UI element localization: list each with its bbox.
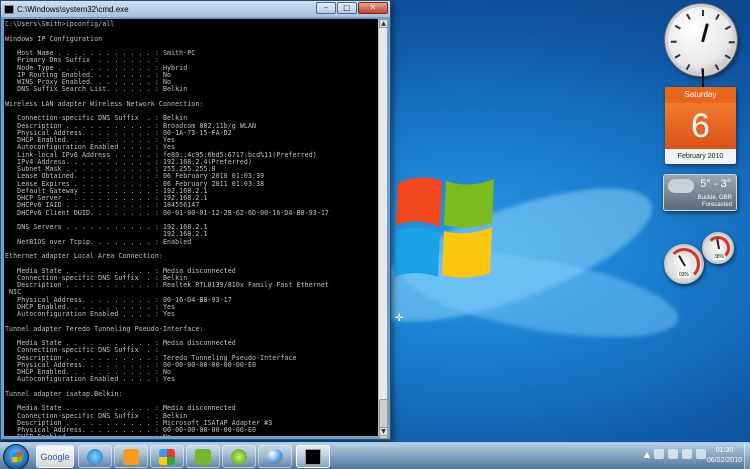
taskbar-time: 01:30 (715, 447, 734, 454)
console-line: Description . . . . . . . . . . . : Real… (5, 281, 329, 289)
cmd-window[interactable]: C:\Windows\system32\cmd.exe – □ ✕ C:\Use… (0, 0, 391, 440)
clock-tick (702, 10, 704, 16)
weather-temperature: 5° - 3° (700, 178, 731, 190)
taskbar-google-button[interactable]: Google (36, 445, 74, 468)
clock-tick (670, 41, 677, 43)
logo-yellow-pane (442, 227, 492, 278)
taskbar-green-app-button[interactable] (222, 445, 256, 468)
calendar-gadget[interactable]: Saturday 6 February 2010 (665, 87, 736, 164)
start-button[interactable] (3, 444, 29, 469)
logo-red-pane (396, 177, 442, 227)
logo-blue-pane (394, 227, 440, 277)
console-output-text: C:\Users\Smith>ipconfig/all Windows IP C… (4, 19, 378, 436)
flag-notification-icon[interactable] (654, 449, 664, 459)
console-line: DHCP Enabled. . . . . . . . . . . : No (5, 433, 377, 436)
gadgets-icon (159, 448, 175, 465)
tray-expand-arrow-icon[interactable]: ▲ (644, 450, 650, 459)
desktop: C:\Windows\system32\cmd.exe – □ ✕ C:\Use… (0, 0, 750, 442)
cpu-meter-gadget[interactable]: 03% 38% (662, 230, 738, 285)
calendar-date: 6 (665, 103, 736, 149)
console-line: DHCPv6 Client DUID. . . . . . . . : 00-0… (5, 208, 329, 217)
clock-tick (686, 13, 691, 20)
clock-tick (674, 54, 681, 59)
taskbar-date: 06/02/2010 (706, 457, 742, 464)
battery-icon[interactable] (682, 449, 692, 459)
system-tray: ▲ (644, 449, 706, 459)
console-output-area[interactable]: C:\Users\Smith>ipconfig/all Windows IP C… (4, 19, 378, 436)
console-line: C:\Users\Smith>ipconfig/all (5, 20, 115, 28)
minimize-button[interactable]: – (316, 2, 336, 14)
command-prompt-icon (305, 448, 321, 465)
clock-tick (715, 64, 720, 71)
console-line: Autoconfiguration Enabled . . . . : Yes (5, 310, 176, 318)
ram-percent: 38% (713, 254, 726, 260)
calendar-day: Saturday (665, 87, 736, 103)
green-app-icon (231, 448, 247, 465)
console-line: DNS Suffix Search List. . . . . . : Belk… (5, 85, 188, 94)
taskbar: Google ▲ 01:30 06/02/2010 (0, 442, 750, 469)
cmd-app-icon[interactable] (4, 4, 14, 14)
console-line: Tunnel adapter Teredo Tunneling Pseudo-I… (5, 324, 204, 333)
taskbar-gadgets-button[interactable] (150, 445, 184, 468)
calendar-month: February 2010 (677, 153, 724, 160)
taskbar-paint-button[interactable] (258, 445, 292, 468)
cloud-icon (668, 179, 694, 193)
taskbar-utorrent-button[interactable] (186, 445, 220, 468)
clock-tick (724, 25, 731, 30)
clock-tick (686, 64, 691, 71)
utorrent-icon (195, 448, 211, 465)
paint-icon (267, 448, 283, 465)
clock-tick (715, 13, 720, 20)
network-icon[interactable] (668, 449, 678, 459)
clock-tick (728, 41, 735, 43)
media-player-icon (123, 448, 139, 465)
console-line: Ethernet adapter Local Area Connection: (5, 252, 163, 260)
windows-logo-wallpaper (394, 177, 494, 278)
cpu-gauge: 03% (664, 244, 704, 284)
internet-explorer-icon (87, 448, 103, 465)
weather-location: Buckie, GBR (697, 195, 732, 201)
console-line: Autoconfiguration Enabled . . . . : Yes (5, 375, 176, 384)
taskbar-ie-button[interactable] (78, 445, 112, 468)
clock-hour-hand (701, 23, 709, 43)
maximize-button[interactable]: □ (337, 2, 357, 14)
volume-icon[interactable] (696, 449, 706, 459)
scroll-down-arrow-icon[interactable]: ▼ (379, 427, 388, 436)
cmd-titlebar[interactable]: C:\Windows\system32\cmd.exe – □ ✕ (1, 1, 390, 17)
window-title: C:\Windows\system32\cmd.exe (17, 4, 129, 14)
taskbar-cmd-button[interactable] (296, 445, 330, 468)
google-label: Google (40, 451, 70, 462)
taskbar-clock[interactable]: 01:30 06/02/2010 (707, 446, 742, 466)
weather-status: Forecasted (701, 202, 732, 208)
show-desktop-button[interactable] (744, 443, 750, 469)
mouse-cursor-icon: ✛ (395, 313, 404, 324)
taskbar-media-player-button[interactable] (114, 445, 148, 468)
console-line: NetBIOS over Tcpip. . . . . . . . : Enab… (5, 237, 192, 246)
ram-gauge: 38% (702, 232, 734, 264)
weather-gadget[interactable]: 5° - 3° Buckie, GBR Forecasted (663, 174, 737, 211)
clock-gadget[interactable] (665, 4, 737, 96)
console-line: Tunnel adapter isatap.Belkin: (5, 389, 123, 398)
vertical-scrollbar[interactable]: ▲ ▼ (378, 19, 388, 439)
console-line: Wireless LAN adapter Wireless Network Co… (5, 99, 204, 108)
clock-tick (724, 54, 731, 59)
scroll-up-arrow-icon[interactable]: ▲ (379, 19, 388, 28)
windows-flag-icon (12, 451, 22, 463)
close-button[interactable]: ✕ (358, 2, 388, 14)
console-line: Windows IP Configuration (5, 34, 103, 43)
cpu-percent: 03% (678, 272, 691, 278)
clock-tick (674, 25, 681, 30)
logo-green-pane (444, 179, 494, 228)
